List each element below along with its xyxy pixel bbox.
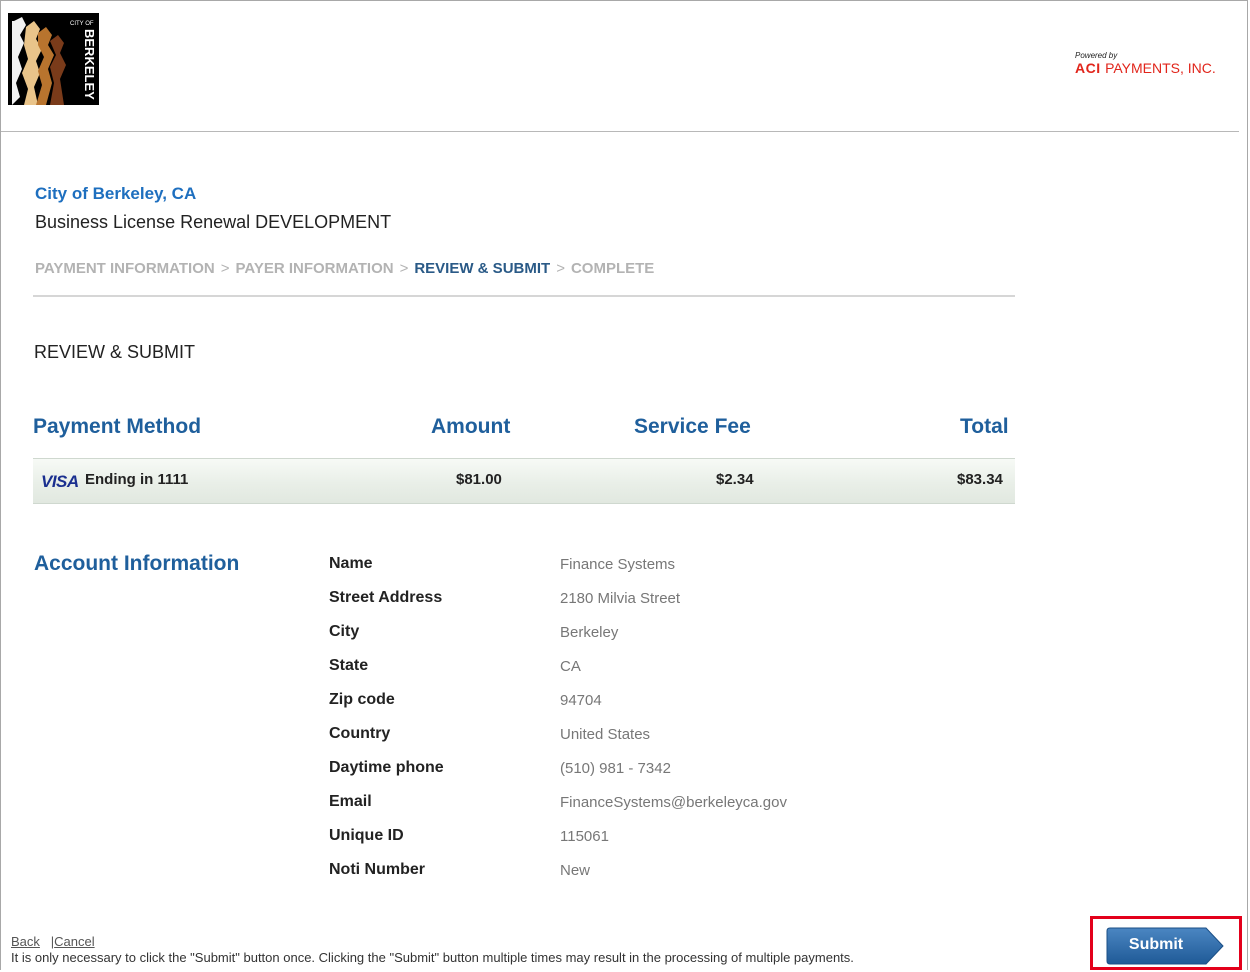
header-service-fee: Service Fee [634,415,751,438]
app-name: Business License Renewal DEVELOPMENT [35,212,392,232]
aci-company-text: PAYMENTS, INC. [1105,60,1216,76]
step-separator: > [556,260,565,277]
city-of-berkeley-logo: CITY OF BERKELEY [8,13,99,105]
step-separator: > [399,260,409,277]
field-value-noti-number: New [560,862,591,879]
field-label-state: State [329,657,369,674]
steps-divider [33,295,1015,297]
visa-card-icon: VISA [41,472,79,491]
aci-brand-text: ACI [1075,60,1101,76]
field-value-city: Berkeley [560,624,619,641]
logo-text-small: CITY OF [70,21,94,27]
field-value-state: CA [560,658,581,675]
cancel-link[interactable]: Cancel [54,934,94,949]
header-total: Total [960,415,1009,438]
step-payer-information: PAYER INFORMATION [235,260,394,277]
step-complete: COMPLETE [570,260,655,277]
field-label-city: City [329,623,360,640]
field-label-email: Email [329,793,372,810]
amount-value: $81.00 [456,471,502,488]
section-title: REVIEW & SUBMIT [34,342,196,362]
field-label-country: Country [329,725,391,742]
powered-by-text: Powered by [1075,51,1118,60]
header-divider [1,131,1239,132]
field-value-country: United States [560,726,651,743]
step-payment-information: PAYMENT INFORMATION [35,260,215,277]
field-label-noti-number: Noti Number [329,861,425,878]
header-amount: Amount [431,415,511,438]
aci-payments-logo: Powered by ACI PAYMENTS, INC. [1075,52,1216,77]
field-label-street-address: Street Address [329,589,443,606]
service-fee-value: $2.34 [716,471,754,488]
field-value-street-address: 2180 Milvia Street [560,590,681,607]
field-label-unique-id: Unique ID [329,827,404,844]
back-link[interactable]: Back [11,934,40,949]
field-label-name: Name [329,555,373,572]
header-payment-method: Payment Method [33,415,202,438]
field-label-daytime-phone: Daytime phone [329,759,444,776]
logo-text-large: BERKELEY [82,29,97,100]
field-value-name: Finance Systems [560,556,676,573]
field-value-unique-id: 115061 [560,828,609,845]
progress-steps: PAYMENT INFORMATION > PAYER INFORMATION > RE… [35,260,654,277]
total-value: $83.34 [957,471,1003,488]
submit-button-label: Submit [1128,936,1184,953]
payment-row: VISA Ending in 1111 $81.00 $2.34 $83.34 [33,458,1015,504]
account-information-title: Account Information [34,552,240,575]
field-value-daytime-phone: (510) 981 - 7342 [560,760,671,777]
step-separator: > [220,260,230,277]
field-value-zip-code: 94704 [560,692,602,709]
org-name: City of Berkeley, CA [35,184,197,203]
field-value-email: FinanceSystems@berkeleyca.gov [560,794,787,811]
footer-links: Back |Cancel [11,934,95,949]
field-label-zip-code: Zip code [329,691,395,708]
submit-warning-note: It is only necessary to click the "Submi… [11,950,854,965]
submit-button[interactable]: Submit [1106,927,1224,965]
step-review-submit: REVIEW & SUBMIT [414,260,551,277]
card-ending-text: Ending in 1111 [85,471,189,488]
